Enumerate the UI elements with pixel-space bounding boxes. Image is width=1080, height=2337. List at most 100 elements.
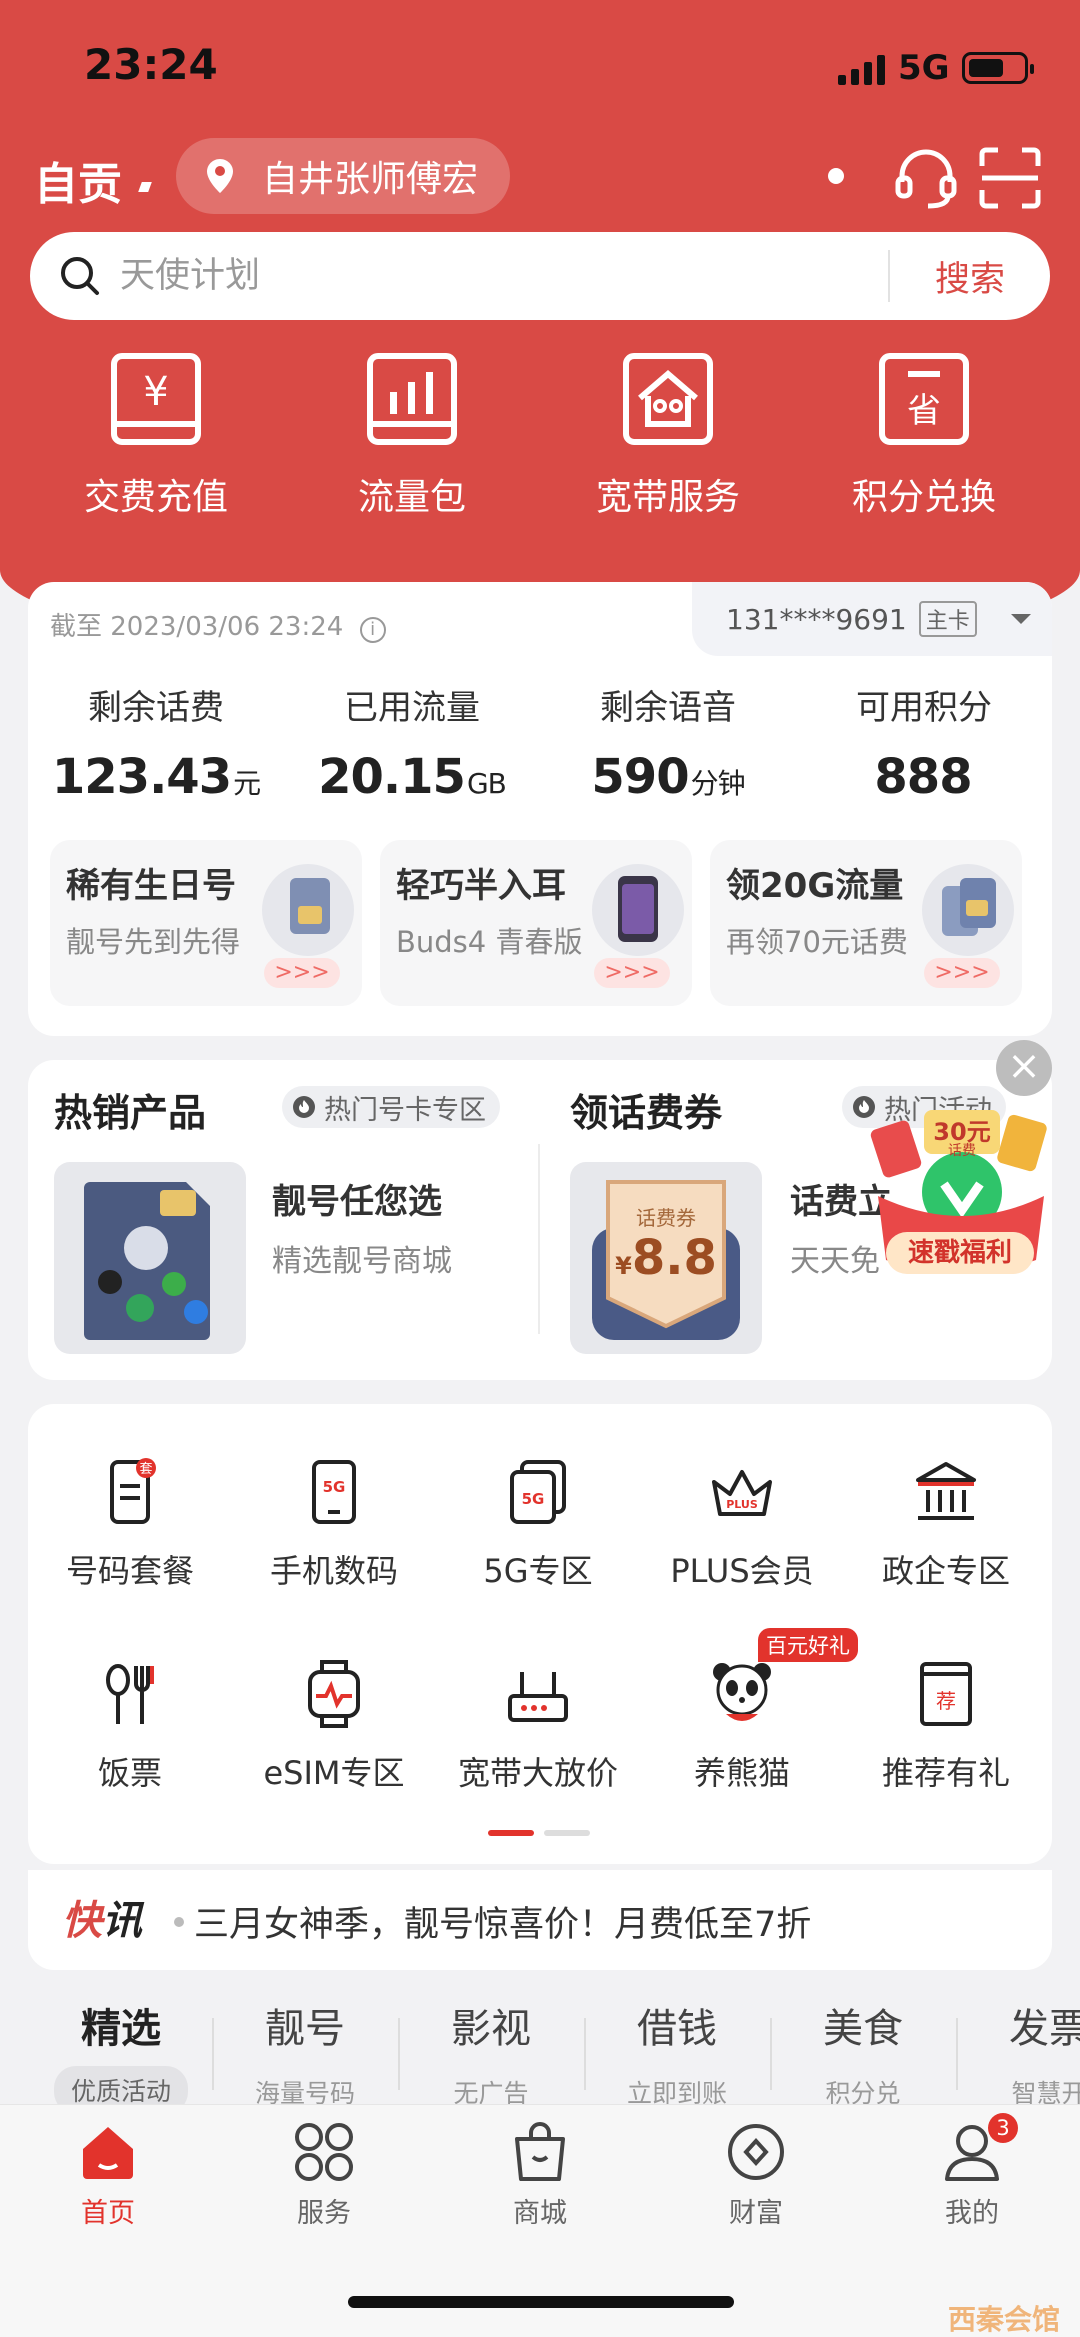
category-tab[interactable]: 精选 优质活动: [28, 1996, 214, 2106]
quick-actions: ¥ 交费充值 流量包 宽带服务 省 积分兑换: [0, 350, 1080, 530]
promo-arrow: >>>: [264, 958, 340, 988]
grid-item-broadband-deal[interactable]: 宽带大放价: [436, 1658, 640, 1794]
grid-label: 养熊猫: [693, 1754, 790, 1792]
spoon-fork-icon: [106, 1664, 154, 1724]
quick-label: 交费充值: [83, 477, 228, 518]
grid-item-panda[interactable]: 百元好礼 养熊猫: [640, 1628, 858, 1794]
customer-service-icon[interactable]: [892, 144, 960, 212]
tab-services[interactable]: 服务: [216, 2119, 432, 2230]
close-ad-button[interactable]: ×: [996, 1040, 1052, 1096]
category-name: 影视: [451, 2006, 531, 2052]
quick-points-exchange[interactable]: 省 积分兑换: [796, 350, 1052, 530]
hot-sales-title: 热销产品: [54, 1091, 207, 1135]
stat-data-used[interactable]: 已用流量 20.15GB: [284, 680, 540, 805]
promo-card[interactable]: 领20G流量 再领70元话费 >>>: [710, 840, 1022, 1006]
stat-voice[interactable]: 剩余语音 590分钟: [540, 680, 796, 805]
grid-item-meal-ticket[interactable]: 饭票: [28, 1658, 232, 1794]
category-tab[interactable]: 影视 无广告: [398, 1996, 584, 2106]
category-sub: 优质活动: [54, 2066, 188, 2106]
grid-label: eSIM专区: [263, 1754, 405, 1792]
tab-label: 服务: [297, 2198, 351, 2229]
page-dot: [544, 1830, 590, 1836]
category-name: 美食: [823, 2006, 903, 2052]
recommend-icon: 荐: [920, 1662, 972, 1726]
stat-label: 剩余语音: [600, 688, 736, 728]
battery-icon: [962, 52, 1034, 84]
search-button[interactable]: 搜索: [890, 251, 1050, 302]
yuan-card-icon: ¥: [111, 353, 201, 445]
location-pill[interactable]: 自井张师傅宏: [176, 138, 510, 214]
tab-mall[interactable]: 商城: [432, 2119, 648, 2230]
grid-item-plus-member[interactable]: PLUS PLUS会员: [640, 1456, 844, 1592]
app-home-screen: 23:24 5G 自贡 自井张师傅宏 搜索 ¥ 交费充值 流量包 宽带服务 省: [0, 0, 1080, 2337]
grid-item-enterprise[interactable]: 政企专区: [844, 1456, 1048, 1592]
stat-points[interactable]: 可用积分 888: [796, 680, 1052, 805]
account-card: 截至 2023/03/06 23:24 i 131****9691 主卡 剩余话…: [28, 582, 1052, 1036]
tab-profile[interactable]: 3 我的: [864, 2113, 1080, 2230]
quick-data-package[interactable]: 流量包: [284, 350, 540, 530]
grid-item-referral[interactable]: 荐 推荐有礼: [844, 1658, 1048, 1794]
coupon-currency: ¥: [615, 1252, 632, 1280]
stat-value: 20.15: [318, 749, 466, 805]
quick-pay-recharge[interactable]: ¥ 交费充值: [28, 350, 284, 530]
grid-item-number-plan[interactable]: 套 号码套餐: [28, 1456, 232, 1592]
grid-item-5g-zone[interactable]: 5G 5G专区: [436, 1456, 640, 1592]
promo-card[interactable]: 轻巧半入耳 Buds4 青春版 >>>: [380, 840, 692, 1006]
phone-image: [592, 864, 684, 956]
promo-row: 稀有生日号 靓号先到先得 >>> 轻巧半入耳 Buds4 青春版 >>> 领20…: [50, 840, 1022, 1006]
broadband-house-icon: [623, 353, 713, 445]
coupon-amount: ¥8.8: [570, 1230, 762, 1286]
scan-icon[interactable]: [976, 144, 1044, 212]
flame-icon: [293, 1096, 315, 1118]
stat-balance[interactable]: 剩余话费 123.43元: [28, 680, 284, 805]
grid-item-esim[interactable]: eSIM专区: [232, 1658, 436, 1794]
coupon-title: 领话费券: [570, 1091, 723, 1135]
category-tab[interactable]: 靓号 海量号码: [212, 1996, 398, 2106]
sim-product-image[interactable]: [54, 1162, 246, 1354]
status-time: 23:24: [84, 40, 218, 89]
ad-label: 速戳福利: [886, 1232, 1034, 1274]
category-name: 靓号: [265, 2006, 345, 2052]
tab-label: 财富: [729, 2198, 783, 2229]
floating-welfare-ad[interactable]: 30元 话费 速戳福利: [864, 1100, 1054, 1290]
wealth-icon: [728, 2124, 784, 2180]
city-selector[interactable]: 自贡: [34, 148, 122, 212]
grid-label: 饭票: [97, 1754, 162, 1792]
stat-label: 已用流量: [344, 688, 480, 728]
router-icon: [508, 1672, 568, 1722]
quick-broadband[interactable]: 宽带服务: [540, 350, 796, 530]
grid-item-phones[interactable]: 5G 手机数码: [232, 1456, 436, 1592]
promo-card[interactable]: 稀有生日号 靓号先到先得 >>>: [50, 840, 362, 1006]
coupon-image[interactable]: 话费券 ¥8.8: [570, 1162, 762, 1354]
category-tab[interactable]: 美食 积分兑: [770, 1996, 956, 2106]
news-label: 快讯: [62, 1888, 142, 1946]
save-card-icon: 省: [879, 353, 969, 445]
watermark: 西秦会馆: [948, 2303, 1061, 2336]
category-tab[interactable]: 借钱 立即到账: [584, 1996, 770, 2106]
stat-label: 剩余话费: [88, 688, 224, 728]
grid-label: 手机数码: [269, 1552, 398, 1590]
panda-badge: 百元好礼: [758, 1628, 858, 1662]
5g-cards-icon: 5G: [510, 1460, 566, 1524]
home-indicator[interactable]: [348, 2296, 734, 2308]
sim-card-image: [262, 864, 354, 956]
stat-value: 123.43: [51, 749, 232, 805]
bar-chart-icon: [367, 353, 457, 445]
network-type: 5G: [898, 48, 950, 88]
category-name: 发票: [1009, 2006, 1080, 2052]
section-divider: [538, 1144, 540, 1334]
grid-label: 政企专区: [881, 1552, 1010, 1590]
bank-icon: [916, 1462, 976, 1520]
stat-unit: 分钟: [690, 767, 746, 800]
hot-sim-zone-chip[interactable]: 热门号卡专区: [282, 1086, 500, 1128]
tab-wealth[interactable]: 财富: [648, 2119, 864, 2230]
search-input[interactable]: [120, 256, 770, 296]
watch-icon: [308, 1660, 360, 1728]
category-tab[interactable]: 发票 智慧开: [956, 1996, 1080, 2106]
info-icon[interactable]: i: [359, 617, 386, 643]
news-ticker[interactable]: 快讯 三月女神季，靓号惊喜价！月费低至7折: [28, 1870, 1052, 1970]
phone-selector[interactable]: 131****9691 主卡: [692, 582, 1052, 656]
mini-glyph: 5G: [522, 1490, 545, 1508]
tab-home[interactable]: 首页: [0, 2119, 216, 2230]
category-sub: 海量号码: [254, 2079, 355, 2106]
